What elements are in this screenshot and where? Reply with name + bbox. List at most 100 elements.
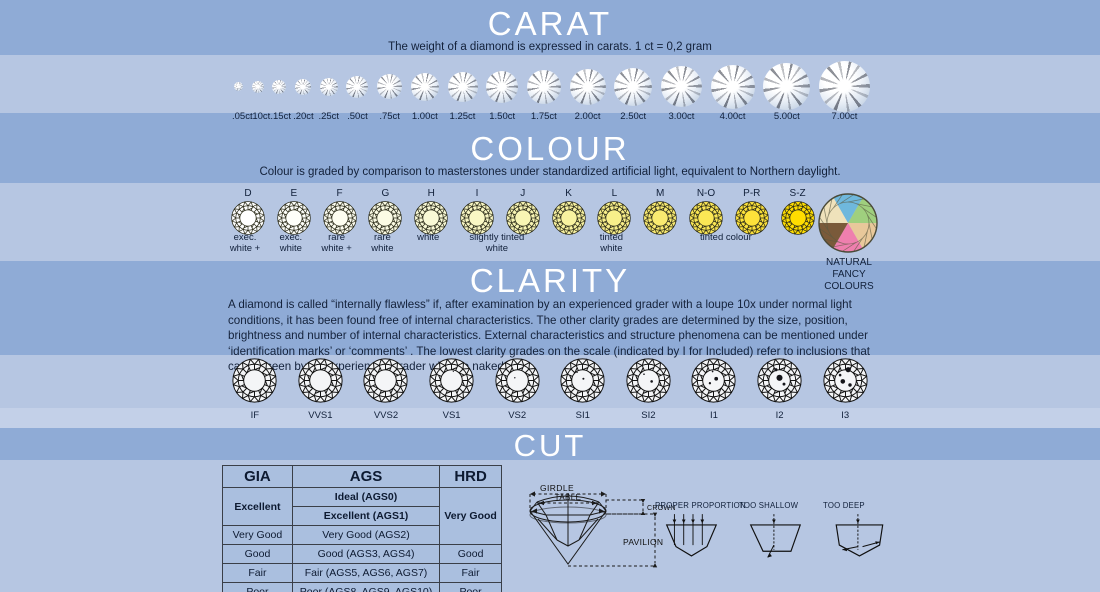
label-table: TABLE [555,493,582,502]
colour-grade-label: K [565,188,572,199]
colour-grade-label: S-Z [789,188,806,199]
cut-table-header-row: GIA AGS HRD [222,465,502,488]
round-brilliant-icon [460,201,494,235]
clarity-gem [747,358,813,403]
clarity-grade-label: VS2 [508,410,527,421]
inclusion-mark [845,367,851,373]
round-brilliant-icon [551,201,586,235]
colour-grade-cell: H [411,188,451,235]
carat-gem [232,60,245,112]
round-brilliant-icon [597,201,632,235]
carat-label: 3.00ct [668,110,695,122]
diamond-icon [410,72,439,101]
carat-label: 1.75ct [530,110,557,122]
carat-gem [375,60,404,112]
clarity-grade-label: VVS1 [308,410,333,421]
colour-grade-label: J [520,188,526,199]
clarity-grade-label: VS1 [442,410,461,421]
carat-gem [293,60,313,112]
clarity-label-row: IF VVS1 VVS2 VS1 VS2 SI1 SI2 I1 I2 I3 [222,410,878,426]
round-brilliant-icon [506,201,540,235]
inclusion-mark [782,382,786,386]
inclusion-mark [643,373,645,375]
round-brilliant-icon [429,358,474,403]
carat-gem [270,60,288,112]
inclusion-mark [452,370,454,373]
diamond-icon [272,79,287,94]
cut-grade-table: GIA AGS HRD Excellent Ideal (AGS0) Very … [222,465,502,592]
cut-ags-good: Good (AGS3, AGS4) [291,544,441,564]
table-row: Fair Fair (AGS5, AGS6, AGS7) Fair [222,563,502,583]
round-brilliant-icon [232,358,277,403]
colour-description-label: slightly tinted white [469,232,525,254]
cut-ags-excellent: Excellent (AGS1) [291,506,441,526]
carat-gem [709,60,757,112]
clarity-gem [484,358,550,403]
carat-gem [344,60,370,112]
proportion-shape-icon [665,514,718,557]
inclusion-mark [650,380,653,383]
proportion-label: PROPER PROPORTION [655,501,746,510]
cut-gia-good: Good [222,544,293,564]
diamond-icon [377,74,403,99]
colour-grade-cell: M [640,188,680,235]
colour-grade-label: M [656,188,665,199]
diamond-icon [614,67,653,106]
carat-gem [446,60,480,112]
clarity-grade-label: VVS2 [373,410,399,421]
diamond-icon [346,75,369,98]
colour-grade-label: H [427,188,435,199]
colour-grade-cell: D [228,188,268,235]
inclusion-mark [838,373,842,377]
cut-header-hrd: HRD [439,465,502,488]
clarity-gem [550,358,616,403]
carat-gem [484,60,520,112]
cut-ags-verygood: Very Good (AGS2) [291,525,441,545]
round-brilliant-icon [322,201,357,235]
carat-label: 5.00ct [773,110,800,122]
inclusion-mark [840,379,845,384]
inclusion-mark [776,374,783,381]
carat-gem [525,60,563,112]
diamond-icon [295,78,312,95]
round-brilliant-icon [560,358,605,403]
round-brilliant-icon [780,201,815,235]
proportion-diagram: PROPER PROPORTION [655,500,746,564]
table-row: Excellent Ideal (AGS0) Very Good [222,487,502,545]
colour-grade-label: N-O [696,188,716,199]
carat-gem [761,60,812,112]
colour-description-row: exec. white + exec. white rare white + rare… [228,232,808,260]
cut-hrd-verygood: Very Good [439,487,502,545]
carat-gem [409,60,441,112]
proportion-diagram: TOO SHALLOW [739,500,819,564]
colour-grade-cell: N-O [686,188,726,235]
diamond-icon [234,82,243,91]
cut-gia-fair: Fair [222,563,293,583]
clarity-gem [222,358,288,403]
diamond-4cs-infographic: CARAT The weight of a diamond is express… [0,0,1100,592]
cut-section-title: CUT [513,428,587,463]
carat-label: .75ct [379,110,400,122]
clarity-grade-label: I3 [841,410,850,421]
colour-grade-cell: S-Z [778,188,818,235]
colour-grade-label: P-R [743,188,761,199]
carat-label: .20ct [293,110,314,122]
cut-gia-verygood: Very Good [222,525,293,545]
carat-gem [817,60,872,112]
round-brilliant-icon [495,358,540,403]
table-row: Good Good (AGS3, AGS4) Good [222,544,502,564]
clarity-gem [812,358,878,403]
colour-grade-cell: F [320,188,360,235]
cut-header-gia: GIA [222,465,293,488]
colour-description-label: tinted white [599,232,624,254]
cut-hrd-fair: Fair [439,563,502,583]
colour-grade-label: D [244,188,252,199]
carat-label: .05ct [232,110,253,122]
cut-ags-fair: Fair (AGS5, AGS6, AGS7) [291,563,441,583]
colour-grade-cell: I [457,188,497,235]
carat-label: 2.50ct [620,110,647,122]
colour-description-label: tinted colour [700,232,752,243]
cut-hrd-good: Good [439,544,502,564]
colour-grade-cell: P-R [732,188,772,235]
carat-label: .50ct [347,110,368,122]
